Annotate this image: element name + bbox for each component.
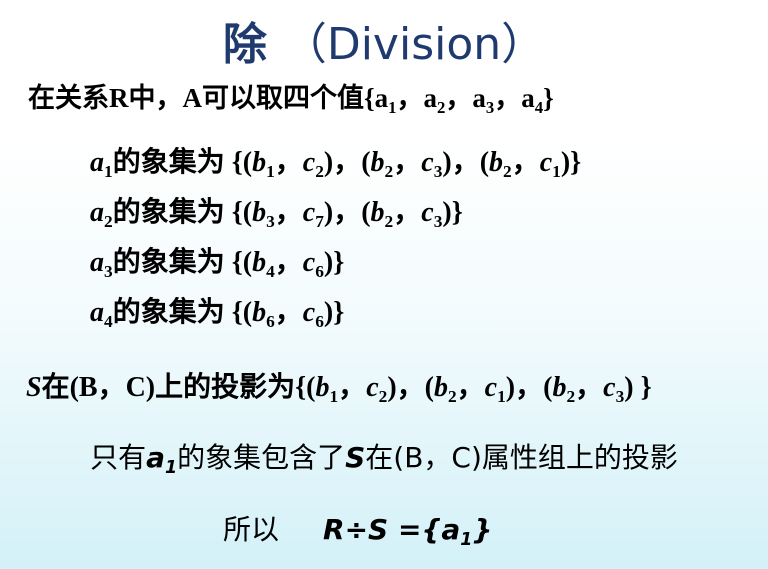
- relation-values-line: 在关系R中，A可以取四个值{a1，a2，a3，a4}: [28, 83, 554, 117]
- image-label-1: 的象集为: [112, 147, 225, 178]
- a4: a: [521, 83, 535, 113]
- image-set-a2: a2的象集为 {(b3，c7)，(b2，c3)}: [90, 197, 463, 232]
- division-result: R÷S ={a1}: [323, 513, 493, 549]
- conclusion-line: 所以 R÷S ={a1}: [223, 508, 493, 549]
- projection-text: 在(B，C)上的投影为: [41, 372, 296, 403]
- a3: a: [472, 83, 486, 113]
- set-close: }: [472, 513, 493, 546]
- title-chinese: 除: [222, 19, 269, 70]
- a1: a: [374, 83, 389, 113]
- set-open: {a: [421, 513, 461, 546]
- a2: a: [423, 83, 438, 113]
- conclusion-label: 所以: [223, 513, 280, 546]
- image-set-a3: a3的象集为 {(b4，c6)}: [90, 247, 345, 282]
- explanation-line: 只有a1的象集包含了S在(B，C)属性组上的投影: [0, 436, 768, 479]
- only-text-1: 只有: [90, 441, 147, 474]
- image-set-a4: a4的象集为 {(b6，c6)}: [90, 297, 345, 332]
- title-english: （Division）: [282, 19, 546, 70]
- slide-title: 除 （Division）: [0, 8, 768, 72]
- only-text-3: 在(B，C)属性组上的投影: [365, 441, 678, 474]
- image-label-4: 的象集为: [112, 297, 225, 328]
- only-sub: 1: [165, 458, 178, 479]
- image-label-2: 的象集为: [112, 197, 225, 228]
- only-text-2: 的象集包含了: [177, 441, 346, 474]
- line1-text: 在关系R中，A可以取四个值: [28, 83, 364, 113]
- image-label-3: 的象集为: [112, 247, 225, 278]
- projection-line: S在(B，C)上的投影为{(b1，c2)，(b2，c1)，(b2，c3) }: [26, 372, 652, 407]
- expr-left: R÷S =: [323, 513, 422, 546]
- only-a: a: [146, 441, 166, 474]
- only-s: S: [345, 441, 366, 474]
- image-set-a1: a1的象集为 {(b1，c2)，(b2，c3)，(b2，c1)}: [90, 147, 582, 182]
- set-sub: 1: [460, 530, 473, 551]
- projection-s: S: [26, 372, 42, 403]
